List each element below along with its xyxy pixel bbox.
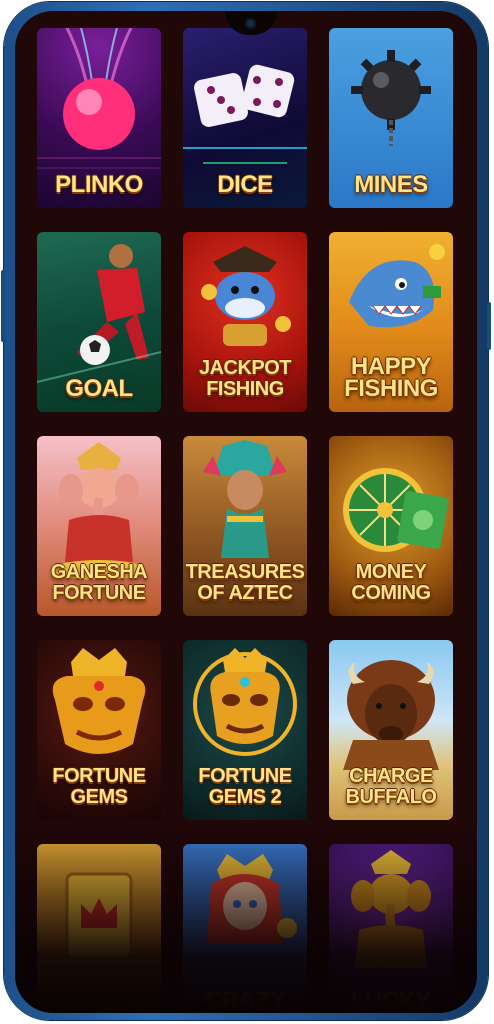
game-tile-fortune-gems-2[interactable]: FORTUNE GEMS 2 xyxy=(183,640,307,820)
game-tile-crown[interactable] xyxy=(37,844,161,1013)
game-title: FORTUNE GEMS xyxy=(52,765,146,808)
game-tile-fortune-gems[interactable]: FORTUNE GEMS xyxy=(37,640,161,820)
game-tile-ganesha-fortune[interactable]: GANESHA FORTUNE xyxy=(37,436,161,616)
game-tile-mines[interactable]: MINES xyxy=(329,28,453,208)
game-tile-happy-fishing[interactable]: HAPPY FISHING xyxy=(329,232,453,412)
game-title: PLINKO xyxy=(55,171,143,198)
game-tile-money-coming[interactable]: MONEY COMING xyxy=(329,436,453,616)
game-title: GOAL xyxy=(65,375,133,402)
game-tile-plinko[interactable]: PLINKO xyxy=(37,28,161,208)
game-title: MINES xyxy=(354,171,428,198)
game-grid: PLINKO DICE MINES GOAL JACKPOT FISHING H… xyxy=(37,28,457,1013)
game-title: TREASURES OF AZTEC xyxy=(185,561,305,604)
game-title: CHARGE BUFFALO xyxy=(345,765,437,808)
game-title: JACKPOT FISHING xyxy=(198,357,292,400)
phone-screen: PLINKO DICE MINES GOAL JACKPOT FISHING H… xyxy=(15,11,477,1013)
front-camera-icon xyxy=(245,18,256,29)
game-tile-jackpot-fishing[interactable]: JACKPOT FISHING xyxy=(183,232,307,412)
game-tile-crazy[interactable]: CRAZY xyxy=(183,844,307,1013)
game-title: LUCKY xyxy=(350,987,432,1013)
game-tile-lucky[interactable]: LUCKY xyxy=(329,844,453,1013)
volume-button xyxy=(1,270,5,342)
game-title: GANESHA FORTUNE xyxy=(50,561,148,604)
phone-frame: PLINKO DICE MINES GOAL JACKPOT FISHING H… xyxy=(1,2,491,1020)
crown-card-icon xyxy=(65,872,133,960)
power-button xyxy=(487,302,491,350)
game-title: DICE xyxy=(217,171,273,198)
game-tile-treasures-of-aztec[interactable]: TREASURES OF AZTEC xyxy=(183,436,307,616)
game-tile-dice[interactable]: DICE xyxy=(183,28,307,208)
game-tile-charge-buffalo[interactable]: CHARGE BUFFALO xyxy=(329,640,453,820)
game-tile-goal[interactable]: GOAL xyxy=(37,232,161,412)
game-title: CRAZY xyxy=(204,987,286,1013)
game-title: FORTUNE GEMS 2 xyxy=(198,765,292,808)
game-title: HAPPY FISHING xyxy=(344,353,438,402)
game-title: MONEY COMING xyxy=(351,561,431,604)
